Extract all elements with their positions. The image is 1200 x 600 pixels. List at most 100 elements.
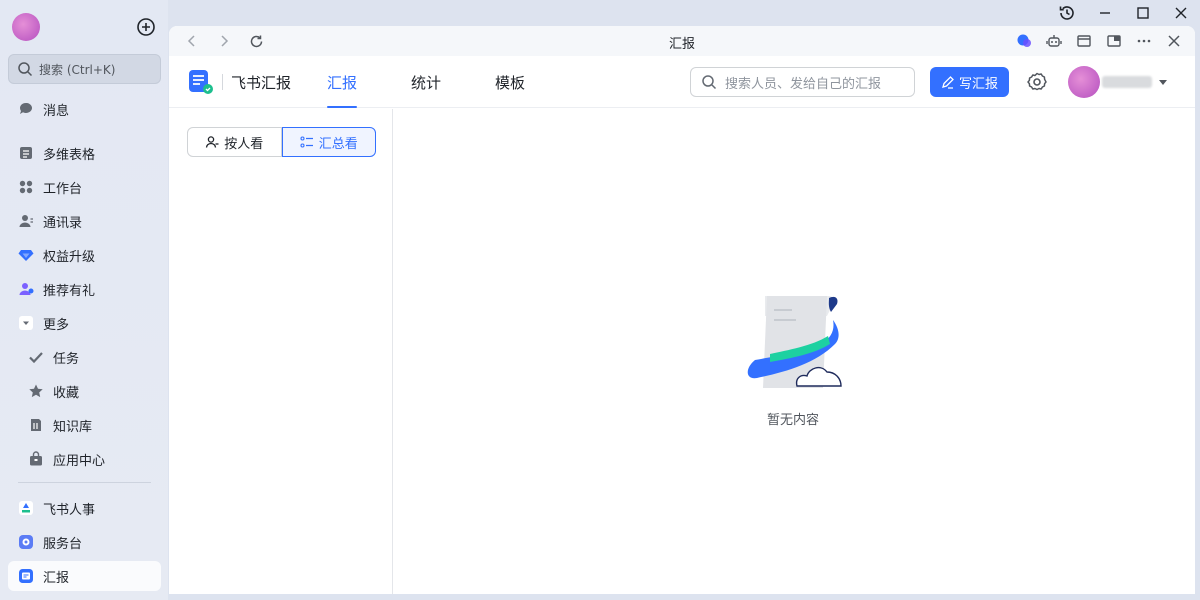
list-icon — [300, 136, 313, 148]
view-panel: 按人看 汇总看 — [169, 109, 393, 594]
window-controls — [1048, 0, 1200, 26]
sidebar-item-more[interactable]: 更多 — [8, 308, 161, 338]
table-icon — [20, 147, 32, 159]
close-icon — [1168, 35, 1180, 47]
sidebar-item-wiki[interactable]: 知识库 — [8, 410, 161, 440]
edit-icon — [942, 76, 954, 89]
empty-state-text: 暂无内容 — [766, 413, 819, 428]
sidebar-item-upgrade[interactable]: 权益升级 — [8, 240, 161, 270]
sidebar-item-label: 通讯录 — [43, 215, 83, 231]
sidebar-item-label: 知识库 — [53, 419, 93, 435]
user-avatar[interactable] — [1068, 66, 1100, 98]
sidebar-item-label: 多维表格 — [43, 147, 96, 163]
check-icon — [29, 352, 43, 364]
empty-illustration-icon — [747, 296, 842, 388]
write-report-button[interactable]: 写汇报 — [930, 67, 1009, 97]
bot-button[interactable] — [1045, 32, 1063, 50]
app-name: 飞书汇报 — [231, 74, 292, 92]
close-icon — [1175, 7, 1187, 19]
avatar[interactable] — [12, 13, 40, 41]
sidebar: 搜索 (Ctrl+K) 消息 多维表格 工作台 通讯录 权益升级 推荐有礼 更多… — [0, 0, 168, 600]
more-button[interactable] — [1135, 32, 1153, 50]
pop-out-icon — [1107, 35, 1121, 47]
minimize-icon — [1100, 12, 1110, 14]
sidebar-item-referral[interactable]: 推荐有礼 — [8, 274, 161, 304]
add-icon[interactable] — [136, 17, 156, 37]
history-button[interactable] — [1048, 0, 1086, 26]
chevron-down-icon — [19, 316, 33, 330]
sidebar-item-hr[interactable]: 飞书人事 — [8, 493, 161, 523]
report-search-input[interactable]: 搜索人员、发给自己的汇报 — [690, 67, 915, 97]
sidebar-item-label: 汇报 — [43, 570, 70, 586]
titlebar: 汇报 — [169, 26, 1195, 56]
maximize-button[interactable] — [1124, 0, 1162, 26]
sidebar-item-label: 收藏 — [53, 385, 80, 401]
chat-button[interactable] — [1015, 32, 1033, 50]
main-panel: 汇报 飞书汇报 汇报 统计 模板 搜索人员、发给自己的汇报 写汇报 按人看 汇总… — [169, 26, 1195, 594]
search-placeholder: 搜索人员、发给自己的汇报 — [725, 76, 882, 92]
sidebar-item-tasks[interactable]: 任务 — [8, 342, 161, 372]
caret-down-icon[interactable] — [1157, 76, 1169, 88]
sidebar-divider — [18, 482, 151, 483]
more-icon — [1137, 39, 1151, 43]
maximize-icon — [1137, 7, 1149, 19]
write-report-label: 写汇报 — [958, 76, 998, 92]
sidebar-search-placeholder: 搜索 (Ctrl+K) — [39, 62, 116, 77]
sidebar-item-label: 推荐有礼 — [43, 283, 96, 299]
sidebar-list: 消息 多维表格 工作台 通讯录 权益升级 推荐有礼 更多 任务 收藏 知识库 应… — [8, 94, 161, 595]
sidebar-item-label: 服务台 — [43, 536, 83, 552]
pop-out-button[interactable] — [1105, 32, 1123, 50]
sidebar-item-report[interactable]: 汇报 — [8, 561, 161, 591]
sidebar-item-contacts[interactable]: 通讯录 — [8, 206, 161, 236]
sidebar-item-helpdesk[interactable]: 服务台 — [8, 527, 161, 557]
sidebar-item-base[interactable]: 多维表格 — [8, 138, 161, 168]
gear-icon[interactable] — [1026, 71, 1048, 93]
view-by-person-button[interactable]: 按人看 — [187, 127, 282, 157]
sidebar-item-favorites[interactable]: 收藏 — [8, 376, 161, 406]
search-icon — [702, 75, 717, 90]
history-icon — [1059, 6, 1074, 20]
person-icon — [206, 136, 219, 148]
sidebar-item-messages[interactable]: 消息 — [8, 94, 161, 124]
user-name-redacted — [1102, 76, 1152, 88]
close-window-button[interactable] — [1162, 0, 1200, 26]
sidebar-top — [10, 12, 160, 42]
tab-templates[interactable]: 模板 — [483, 56, 537, 108]
chat-bubble-icon — [1017, 34, 1031, 47]
sidebar-item-app-center[interactable]: 应用中心 — [8, 444, 161, 474]
sidebar-item-label: 应用中心 — [53, 453, 106, 469]
sidebar-search[interactable]: 搜索 (Ctrl+K) — [8, 54, 161, 84]
window-mode-button[interactable] — [1075, 32, 1093, 50]
tab-report[interactable]: 汇报 — [315, 56, 369, 108]
diamond-icon — [18, 250, 34, 261]
window-icon — [1077, 35, 1091, 47]
contacts-icon — [19, 215, 33, 227]
sidebar-item-label: 工作台 — [43, 181, 83, 197]
sidebar-item-label: 权益升级 — [43, 249, 96, 265]
referral-icon — [19, 283, 34, 295]
sidebar-item-label: 消息 — [43, 103, 70, 119]
tab-bar: 汇报 统计 模板 — [315, 56, 537, 108]
view-by-person-label: 按人看 — [224, 136, 264, 152]
view-summary-button[interactable]: 汇总看 — [281, 127, 376, 157]
titlebar-actions — [1015, 32, 1183, 50]
sidebar-item-label: 任务 — [53, 351, 80, 367]
close-tab-button[interactable] — [1165, 32, 1183, 50]
tab-statistics[interactable]: 统计 — [399, 56, 453, 108]
sidebar-item-workbench[interactable]: 工作台 — [8, 172, 161, 202]
minimize-button[interactable] — [1086, 0, 1124, 26]
star-icon — [29, 384, 43, 398]
wiki-icon — [31, 419, 41, 431]
sidebar-item-label: 更多 — [43, 317, 70, 333]
workbench-icon — [19, 180, 33, 194]
view-summary-label: 汇总看 — [318, 136, 358, 152]
app-header: 飞书汇报 汇报 统计 模板 搜索人员、发给自己的汇报 写汇报 — [169, 56, 1195, 108]
bag-icon — [30, 451, 42, 466]
report-app-logo-icon — [189, 70, 213, 94]
view-toggle: 按人看 汇总看 — [187, 127, 376, 157]
helpdesk-icon — [19, 535, 33, 549]
sidebar-item-label: 飞书人事 — [43, 502, 96, 518]
hr-icon — [19, 501, 33, 515]
search-icon — [18, 62, 33, 77]
message-icon — [19, 102, 32, 114]
